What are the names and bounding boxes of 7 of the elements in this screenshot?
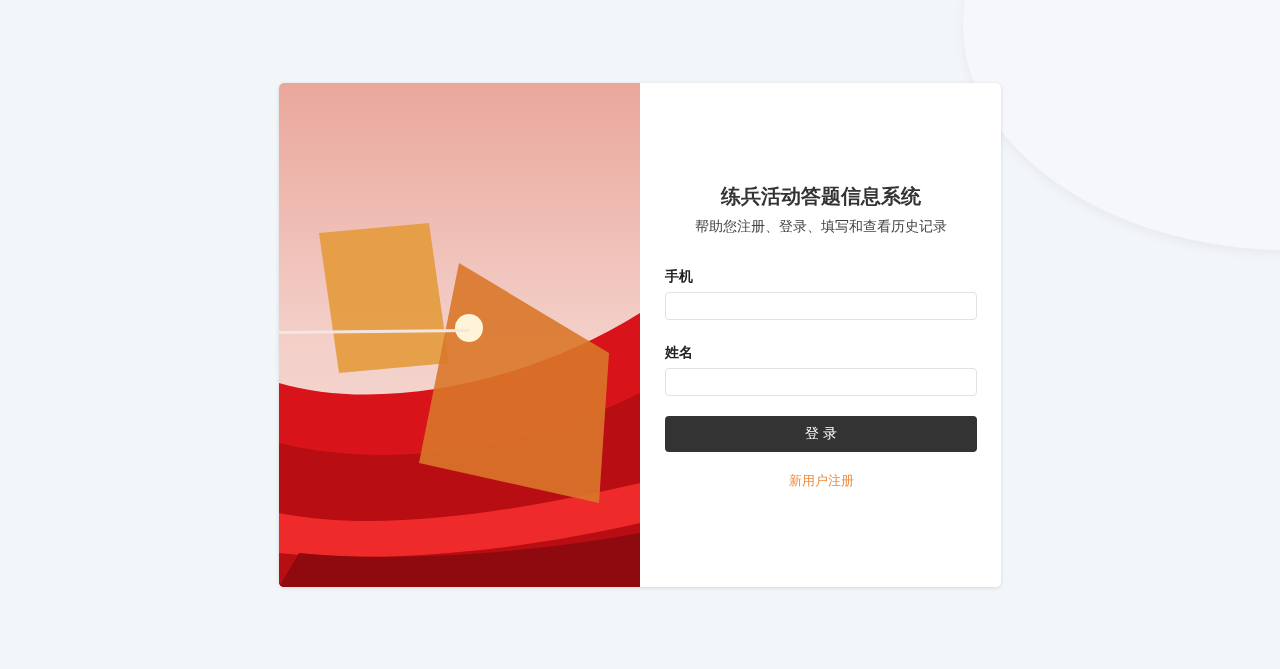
app-subtitle: 帮助您注册、登录、填写和查看历史记录 bbox=[694, 218, 948, 236]
input-field[interactable] bbox=[665, 368, 977, 396]
input-field[interactable] bbox=[665, 292, 977, 320]
login-button[interactable]: 登 录 bbox=[665, 416, 977, 452]
app-title: 练兵活动答题信息系统 bbox=[719, 183, 922, 210]
field-label: 手机 bbox=[665, 268, 693, 286]
field-label: 姓名 bbox=[665, 344, 693, 362]
